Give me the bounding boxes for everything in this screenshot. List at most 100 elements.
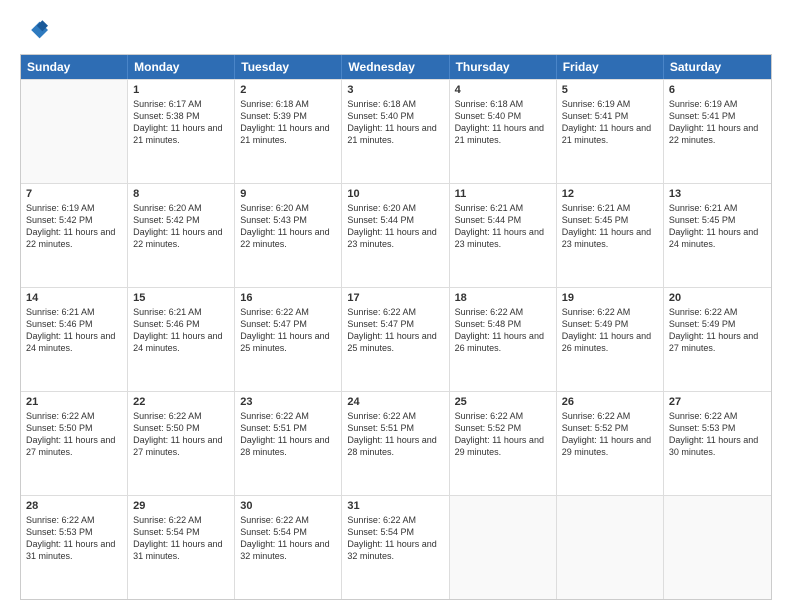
day-number: 28 (26, 500, 122, 512)
day-details: Sunrise: 6:18 AMSunset: 5:40 PMDaylight:… (347, 98, 443, 147)
day-details: Sunrise: 6:18 AMSunset: 5:40 PMDaylight:… (455, 98, 551, 147)
calendar-cell: 16 Sunrise: 6:22 AMSunset: 5:47 PMDayligh… (235, 288, 342, 391)
day-number: 2 (240, 84, 336, 96)
day-details: Sunrise: 6:21 AMSunset: 5:44 PMDaylight:… (455, 202, 551, 251)
day-details: Sunrise: 6:21 AMSunset: 5:46 PMDaylight:… (133, 306, 229, 355)
day-details: Sunrise: 6:22 AMSunset: 5:49 PMDaylight:… (562, 306, 658, 355)
calendar-week: 7 Sunrise: 6:19 AMSunset: 5:42 PMDaylight… (21, 183, 771, 287)
day-details: Sunrise: 6:22 AMSunset: 5:50 PMDaylight:… (133, 410, 229, 459)
day-details: Sunrise: 6:19 AMSunset: 5:41 PMDaylight:… (562, 98, 658, 147)
calendar-header-cell: Friday (557, 55, 664, 79)
calendar-cell: 14 Sunrise: 6:21 AMSunset: 5:46 PMDayligh… (21, 288, 128, 391)
calendar-cell: 2 Sunrise: 6:18 AMSunset: 5:39 PMDaylight… (235, 80, 342, 183)
calendar-cell (450, 496, 557, 599)
day-details: Sunrise: 6:22 AMSunset: 5:52 PMDaylight:… (562, 410, 658, 459)
calendar-cell: 10Sunrise: 6:20 AMSunset: 5:44 PMDayligh… (342, 184, 449, 287)
calendar-cell: 25 Sunrise: 6:22 AMSunset: 5:52 PMDayligh… (450, 392, 557, 495)
calendar-header-cell: Wednesday (342, 55, 449, 79)
calendar-header-cell: Saturday (664, 55, 771, 79)
day-number: 1 (133, 84, 229, 96)
day-details: Sunrise: 6:20 AMSunset: 5:43 PMDaylight:… (240, 202, 336, 251)
day-details: Sunrise: 6:22 AMSunset: 5:53 PMDaylight:… (26, 514, 122, 563)
header (20, 16, 772, 44)
calendar-cell: 30 Sunrise: 6:22 AMSunset: 5:54 PMDayligh… (235, 496, 342, 599)
day-number: 19 (562, 292, 658, 304)
calendar-cell: 23 Sunrise: 6:22 AMSunset: 5:51 PMDayligh… (235, 392, 342, 495)
calendar-cell: 7 Sunrise: 6:19 AMSunset: 5:42 PMDaylight… (21, 184, 128, 287)
day-details: Sunrise: 6:22 AMSunset: 5:51 PMDaylight:… (240, 410, 336, 459)
day-number: 16 (240, 292, 336, 304)
calendar-cell: 20 Sunrise: 6:22 AMSunset: 5:49 PMDayligh… (664, 288, 771, 391)
calendar-cell: 6 Sunrise: 6:19 AMSunset: 5:41 PMDaylight… (664, 80, 771, 183)
day-number: 24 (347, 396, 443, 408)
calendar-cell: 15 Sunrise: 6:21 AMSunset: 5:46 PMDayligh… (128, 288, 235, 391)
day-number: 20 (669, 292, 766, 304)
calendar-header-cell: Tuesday (235, 55, 342, 79)
calendar-cell: 17Sunrise: 6:22 AMSunset: 5:47 PMDayligh… (342, 288, 449, 391)
day-details: Sunrise: 6:22 AMSunset: 5:54 PMDaylight:… (133, 514, 229, 563)
day-details: Sunrise: 6:19 AMSunset: 5:41 PMDaylight:… (669, 98, 766, 147)
day-details: Sunrise: 6:22 AMSunset: 5:54 PMDaylight:… (240, 514, 336, 563)
day-number: 12 (562, 188, 658, 200)
day-number: 29 (133, 500, 229, 512)
calendar-cell (557, 496, 664, 599)
day-number: 5 (562, 84, 658, 96)
day-number: 22 (133, 396, 229, 408)
calendar-cell: 8Sunrise: 6:20 AMSunset: 5:42 PMDaylight… (128, 184, 235, 287)
calendar-cell: 19 Sunrise: 6:22 AMSunset: 5:49 PMDayligh… (557, 288, 664, 391)
day-number: 25 (455, 396, 551, 408)
calendar-cell: 27Sunrise: 6:22 AMSunset: 5:53 PMDayligh… (664, 392, 771, 495)
calendar-cell: 5 Sunrise: 6:19 AMSunset: 5:41 PMDaylight… (557, 80, 664, 183)
day-details: Sunrise: 6:19 AMSunset: 5:42 PMDaylight:… (26, 202, 122, 251)
day-number: 17 (347, 292, 443, 304)
calendar-cell: 21 Sunrise: 6:22 AMSunset: 5:50 PMDayligh… (21, 392, 128, 495)
day-number: 30 (240, 500, 336, 512)
calendar-header-cell: Thursday (450, 55, 557, 79)
day-number: 31 (347, 500, 443, 512)
calendar-cell (21, 80, 128, 183)
day-number: 14 (26, 292, 122, 304)
day-number: 3 (347, 84, 443, 96)
day-number: 26 (562, 396, 658, 408)
calendar-header-cell: Sunday (21, 55, 128, 79)
calendar-cell: 24Sunrise: 6:22 AMSunset: 5:51 PMDayligh… (342, 392, 449, 495)
day-number: 18 (455, 292, 551, 304)
day-details: Sunrise: 6:20 AMSunset: 5:42 PMDaylight:… (133, 202, 229, 251)
calendar-header-cell: Monday (128, 55, 235, 79)
calendar-cell: 11Sunrise: 6:21 AMSunset: 5:44 PMDayligh… (450, 184, 557, 287)
day-details: Sunrise: 6:22 AMSunset: 5:50 PMDaylight:… (26, 410, 122, 459)
day-number: 13 (669, 188, 766, 200)
calendar-week: 1 Sunrise: 6:17 AMSunset: 5:38 PMDaylight… (21, 79, 771, 183)
calendar-cell: 28 Sunrise: 6:22 AMSunset: 5:53 PMDayligh… (21, 496, 128, 599)
day-details: Sunrise: 6:22 AMSunset: 5:47 PMDaylight:… (240, 306, 336, 355)
calendar-cell (664, 496, 771, 599)
calendar-cell: 4Sunrise: 6:18 AMSunset: 5:40 PMDaylight… (450, 80, 557, 183)
calendar-body: 1 Sunrise: 6:17 AMSunset: 5:38 PMDaylight… (21, 79, 771, 599)
logo (20, 16, 52, 44)
page: SundayMondayTuesdayWednesdayThursdayFrid… (0, 0, 792, 612)
calendar-cell: 31 Sunrise: 6:22 AMSunset: 5:54 PMDayligh… (342, 496, 449, 599)
day-number: 9 (240, 188, 336, 200)
day-number: 23 (240, 396, 336, 408)
calendar-week: 28 Sunrise: 6:22 AMSunset: 5:53 PMDayligh… (21, 495, 771, 599)
day-details: Sunrise: 6:22 AMSunset: 5:54 PMDaylight:… (347, 514, 443, 563)
calendar-cell: 18Sunrise: 6:22 AMSunset: 5:48 PMDayligh… (450, 288, 557, 391)
calendar-cell: 3 Sunrise: 6:18 AMSunset: 5:40 PMDaylight… (342, 80, 449, 183)
day-details: Sunrise: 6:18 AMSunset: 5:39 PMDaylight:… (240, 98, 336, 147)
calendar-cell: 29 Sunrise: 6:22 AMSunset: 5:54 PMDayligh… (128, 496, 235, 599)
calendar-cell: 13 Sunrise: 6:21 AMSunset: 5:45 PMDayligh… (664, 184, 771, 287)
day-details: Sunrise: 6:21 AMSunset: 5:46 PMDaylight:… (26, 306, 122, 355)
day-details: Sunrise: 6:22 AMSunset: 5:49 PMDaylight:… (669, 306, 766, 355)
day-details: Sunrise: 6:21 AMSunset: 5:45 PMDaylight:… (669, 202, 766, 251)
day-details: Sunrise: 6:17 AMSunset: 5:38 PMDaylight:… (133, 98, 229, 147)
calendar-cell: 26 Sunrise: 6:22 AMSunset: 5:52 PMDayligh… (557, 392, 664, 495)
day-number: 6 (669, 84, 766, 96)
calendar-header: SundayMondayTuesdayWednesdayThursdayFrid… (21, 55, 771, 79)
calendar-cell: 9 Sunrise: 6:20 AMSunset: 5:43 PMDaylight… (235, 184, 342, 287)
day-details: Sunrise: 6:22 AMSunset: 5:52 PMDaylight:… (455, 410, 551, 459)
calendar-cell: 1 Sunrise: 6:17 AMSunset: 5:38 PMDaylight… (128, 80, 235, 183)
calendar-cell: 12Sunrise: 6:21 AMSunset: 5:45 PMDayligh… (557, 184, 664, 287)
day-number: 15 (133, 292, 229, 304)
day-number: 21 (26, 396, 122, 408)
day-number: 7 (26, 188, 122, 200)
